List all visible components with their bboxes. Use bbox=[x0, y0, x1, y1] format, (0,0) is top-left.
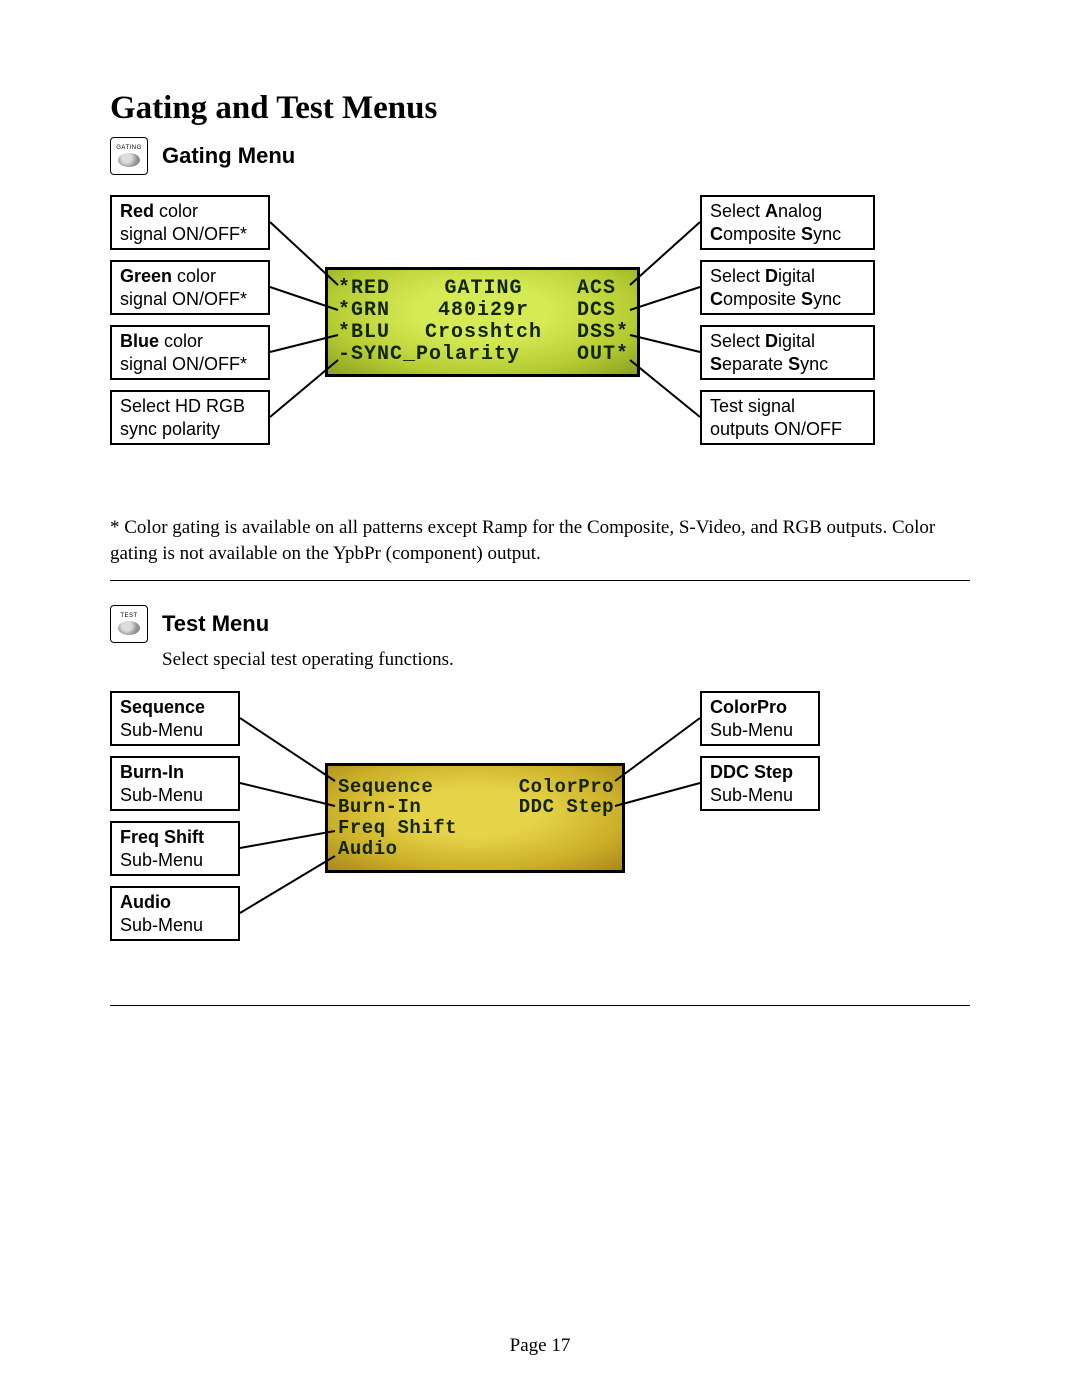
callout-sync: Select HD RGB sync polarity bbox=[110, 390, 270, 445]
callout-dss: Select Digital Separate Sync bbox=[700, 325, 875, 380]
button-dot-icon bbox=[118, 621, 140, 635]
callout-green: Green color signal ON/OFF* bbox=[110, 260, 270, 315]
test-section-head: TEST Test Menu bbox=[110, 605, 970, 643]
callout-freqshift: Freq Shift Sub-Menu bbox=[110, 821, 240, 876]
test-diagram: Sequence Sub-Menu Burn-In Sub-Menu Freq … bbox=[110, 691, 970, 991]
callout-audio: Audio Sub-Menu bbox=[110, 886, 240, 941]
gating-lcd: *REDGATINGACS *GRN480i29rDCS *BLUCrossht… bbox=[325, 267, 640, 377]
gating-section-head: GATING Gating Menu bbox=[110, 137, 970, 175]
lcd-row: *GRN480i29rDCS bbox=[338, 300, 629, 322]
callout-burnin: Burn-In Sub-Menu bbox=[110, 756, 240, 811]
lcd-row: SequenceColorPro bbox=[338, 777, 614, 798]
lcd-row: -SYNC_PolarityOUT* bbox=[338, 344, 629, 366]
callout-blue: Blue color signal ON/OFF* bbox=[110, 325, 270, 380]
test-button-icon: TEST bbox=[110, 605, 148, 643]
callout-colorpro: ColorPro Sub-Menu bbox=[700, 691, 820, 746]
test-heading: Test Menu bbox=[162, 611, 269, 637]
callout-acs: Select Analog Composite Sync bbox=[700, 195, 875, 250]
callout-sequence: Sequence Sub-Menu bbox=[110, 691, 240, 746]
lcd-row: Freq Shift bbox=[338, 818, 614, 839]
page-title: Gating and Test Menus bbox=[110, 90, 970, 127]
button-dot-icon bbox=[118, 153, 140, 167]
gating-footnote: * Color gating is available on all patte… bbox=[110, 515, 970, 566]
test-caption: Select special test operating functions. bbox=[110, 649, 970, 671]
separator bbox=[110, 580, 970, 581]
gating-heading: Gating Menu bbox=[162, 143, 295, 169]
separator bbox=[110, 1005, 970, 1006]
lcd-row: *BLUCrosshtchDSS* bbox=[338, 322, 629, 344]
callout-dcs: Select Digital Composite Sync bbox=[700, 260, 875, 315]
page-number: Page 17 bbox=[0, 1335, 1080, 1357]
test-lcd: SequenceColorPro Burn-InDDC Step Freq Sh… bbox=[325, 763, 625, 873]
callout-out: Test signal outputs ON/OFF bbox=[700, 390, 875, 445]
lcd-row: Burn-InDDC Step bbox=[338, 797, 614, 818]
gating-diagram: Red color signal ON/OFF* Green color sig… bbox=[110, 195, 970, 495]
callout-red: Red color signal ON/OFF* bbox=[110, 195, 270, 250]
lcd-row: *REDGATINGACS bbox=[338, 278, 629, 300]
gating-button-icon: GATING bbox=[110, 137, 148, 175]
callout-ddcstep: DDC Step Sub-Menu bbox=[700, 756, 820, 811]
lcd-row: Audio bbox=[338, 839, 614, 860]
